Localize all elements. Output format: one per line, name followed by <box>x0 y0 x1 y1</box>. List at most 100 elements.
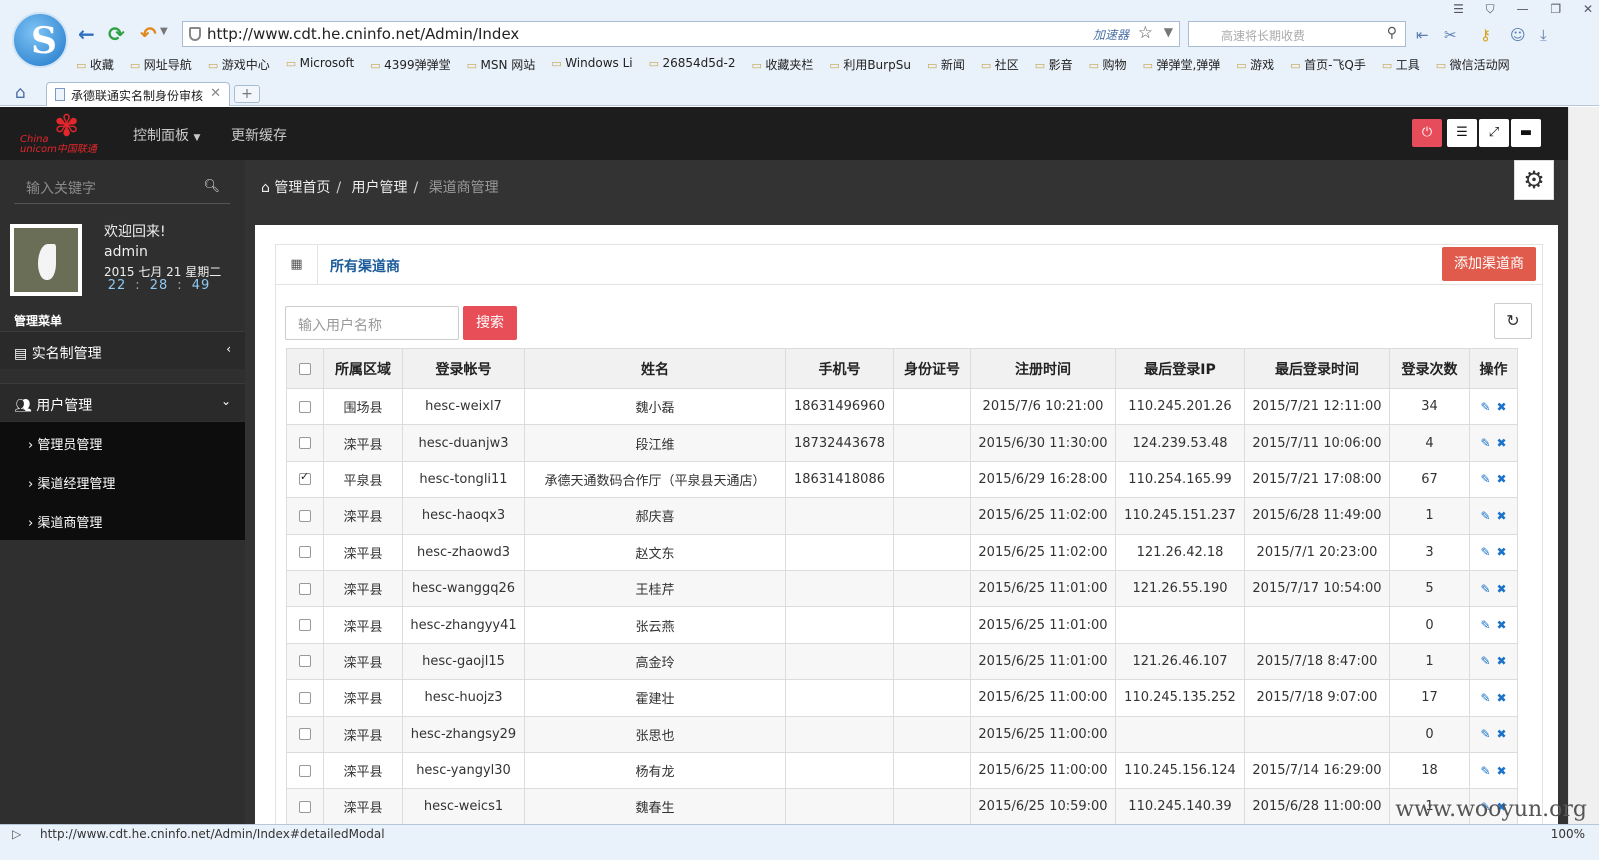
refresh-button[interactable]: ↻ <box>1494 303 1532 339</box>
bookmark-item[interactable]: 游戏中心 <box>208 56 270 74</box>
menu-icon[interactable]: ☰ <box>1453 2 1464 16</box>
sidebar-item-users[interactable]: 👥︎ 用户管理 ⌄ <box>0 383 245 421</box>
bookmark-item[interactable]: 利用BurpSu <box>829 56 911 74</box>
add-dealer-button[interactable]: 添加渠道商 <box>1442 247 1536 281</box>
row-select-cell[interactable] <box>286 497 324 535</box>
edit-icon[interactable]: ✎ <box>1480 472 1490 486</box>
china-unicom-logo[interactable]: ✾ China unicom中国联通 <box>20 111 98 157</box>
row-select-cell[interactable] <box>286 788 324 826</box>
tab-close-icon[interactable]: ✕ <box>210 86 221 101</box>
bookmark-item[interactable]: 影音 <box>1035 56 1073 74</box>
row-checkbox[interactable] <box>299 470 311 486</box>
search-icon[interactable]: 🔍︎ <box>203 179 220 194</box>
bookmark-item[interactable]: 首页-飞Q手 <box>1290 56 1366 74</box>
row-select-cell[interactable] <box>286 424 324 462</box>
edit-icon[interactable]: ✎ <box>1480 436 1490 450</box>
delete-icon[interactable]: ✖ <box>1497 472 1507 486</box>
edit-icon[interactable]: ✎ <box>1480 509 1490 523</box>
username-search-input[interactable]: 输入用户名称 <box>285 306 459 340</box>
address-bar[interactable]: http://www.cdt.he.cninfo.net/Admin/Index… <box>182 21 1180 47</box>
bookmark-item[interactable]: 工具 <box>1382 56 1420 74</box>
edit-icon[interactable]: ✎ <box>1480 764 1490 778</box>
row-select-cell[interactable] <box>286 460 324 499</box>
new-tab-button[interactable]: + <box>234 85 260 103</box>
edit-icon[interactable]: ✎ <box>1480 618 1490 632</box>
restore-icon[interactable]: ❐ <box>1550 2 1561 16</box>
delete-icon[interactable]: ✖ <box>1497 727 1507 741</box>
subitem-channel-manager[interactable]: › 渠道经理管理 <box>28 473 115 492</box>
sidebar-expand-icon[interactable]: ▷ <box>12 827 21 841</box>
edit-icon[interactable]: ✎ <box>1480 400 1490 414</box>
select-all-checkbox[interactable] <box>299 362 311 375</box>
row-checkbox[interactable] <box>299 400 311 413</box>
search-button[interactable]: 搜索 <box>463 306 517 340</box>
list-icon[interactable]: ☰ <box>1447 119 1477 147</box>
edit-icon[interactable]: ✎ <box>1480 582 1490 596</box>
row-checkbox[interactable] <box>299 655 311 668</box>
tools-icon[interactable]: ✂ <box>1444 26 1457 44</box>
bookmark-item[interactable]: 购物 <box>1089 56 1127 74</box>
row-select-cell[interactable] <box>286 715 324 753</box>
bookmark-item[interactable]: MSN 网站 <box>467 56 536 74</box>
minimize-icon[interactable]: — <box>1517 2 1529 16</box>
breadcrumb-users[interactable]: 用户管理 <box>352 180 408 196</box>
row-select-cell[interactable] <box>286 533 324 571</box>
row-select-cell[interactable] <box>286 642 324 681</box>
home-icon[interactable]: ⌂ <box>15 83 26 103</box>
delete-icon[interactable]: ✖ <box>1497 400 1507 414</box>
breadcrumb-home[interactable]: 管理首页 <box>274 180 330 196</box>
row-select-cell[interactable] <box>286 387 324 426</box>
bookmark-item[interactable]: 弹弹堂,弹弹 <box>1143 56 1220 74</box>
settings-gear-icon[interactable]: ⚙ <box>1514 160 1554 200</box>
row-checkbox[interactable] <box>299 619 311 632</box>
page-scrollbar[interactable] <box>1568 107 1599 824</box>
row-select-cell[interactable] <box>286 679 324 717</box>
close-window-icon[interactable]: ✕ <box>1583 2 1593 16</box>
edit-icon[interactable]: ✎ <box>1480 727 1490 741</box>
bookmark-item[interactable]: 微信活动网 <box>1436 56 1510 74</box>
bookmark-item[interactable]: Microsoft <box>286 56 355 74</box>
delete-icon[interactable]: ✖ <box>1497 691 1507 705</box>
accelerator-label[interactable]: 加速器 <box>1093 26 1129 43</box>
delete-icon[interactable]: ✖ <box>1497 618 1507 632</box>
bookmark-item[interactable]: 4399弹弹堂 <box>370 56 451 74</box>
zoom-level[interactable]: 100% <box>1551 827 1585 841</box>
undo-dropdown-icon[interactable]: ▼ <box>160 26 168 37</box>
menu-dashboard[interactable]: 控制面板 ▼ <box>133 125 200 145</box>
emoji-icon[interactable]: ☺ <box>1510 26 1526 44</box>
row-checkbox[interactable] <box>299 691 311 704</box>
power-icon[interactable]: ⏻ <box>1412 119 1442 147</box>
select-all-cell[interactable] <box>286 348 324 389</box>
delete-icon[interactable]: ✖ <box>1497 764 1507 778</box>
key-icon[interactable]: ⚷ <box>1480 26 1491 44</box>
row-checkbox[interactable] <box>299 546 311 559</box>
sidebar-toggle-icon[interactable]: ⇤ <box>1416 26 1429 44</box>
bookmark-star-icon[interactable]: ☆ <box>1138 23 1153 43</box>
address-url[interactable]: http://www.cdt.he.cninfo.net/Admin/Index <box>207 25 519 43</box>
row-checkbox[interactable] <box>299 764 311 777</box>
row-checkbox[interactable] <box>299 437 311 450</box>
bookmark-item[interactable]: Windows Li <box>551 56 632 74</box>
delete-icon[interactable]: ✖ <box>1497 545 1507 559</box>
skin-icon[interactable]: ⛉ <box>1486 2 1495 16</box>
delete-icon[interactable]: ✖ <box>1497 582 1507 596</box>
row-select-cell[interactable] <box>286 751 324 790</box>
row-checkbox[interactable] <box>299 582 311 595</box>
delete-icon[interactable]: ✖ <box>1497 436 1507 450</box>
subitem-channel-dealer[interactable]: › 渠道商管理 <box>28 512 102 531</box>
search-icon[interactable]: ⚲ <box>1387 25 1397 41</box>
bookmark-item[interactable]: 游戏 <box>1236 56 1274 74</box>
bookmark-item[interactable]: 收藏夹栏 <box>752 56 813 74</box>
bookmark-item[interactable]: 收藏 <box>76 56 114 74</box>
browser-search-input[interactable]: 高速将长期收费 ⚲ <box>1188 21 1406 47</box>
bookmark-item[interactable]: 网址导航 <box>130 56 192 74</box>
row-select-cell[interactable] <box>286 606 324 644</box>
address-dropdown-icon[interactable]: ▼ <box>1164 25 1173 39</box>
delete-icon[interactable]: ✖ <box>1497 654 1507 668</box>
subitem-admin[interactable]: › 管理员管理 <box>28 434 102 453</box>
bookmark-item[interactable]: 26854d5d-2 <box>649 56 736 74</box>
delete-icon[interactable]: ✖ <box>1497 509 1507 523</box>
browser-logo-icon[interactable]: S <box>12 12 68 68</box>
undo-icon[interactable]: ↶ <box>140 22 157 46</box>
edit-icon[interactable]: ✎ <box>1480 545 1490 559</box>
